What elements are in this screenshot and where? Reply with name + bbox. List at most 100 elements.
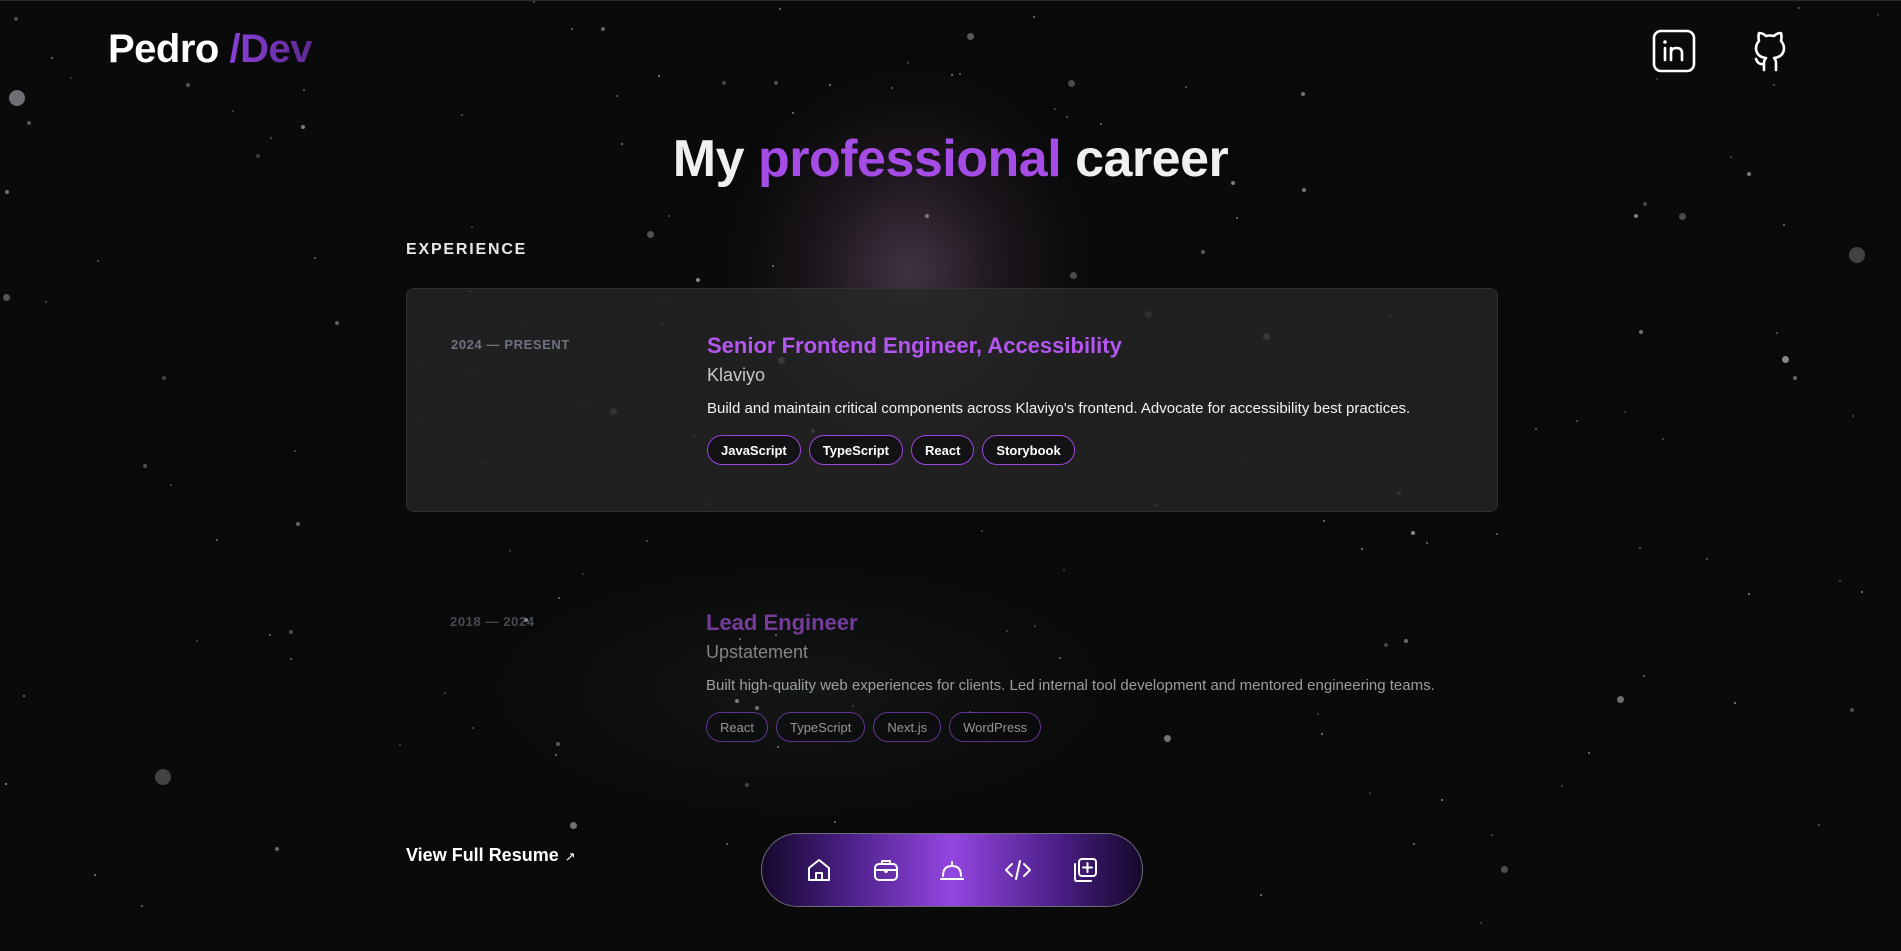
star-dot: [27, 121, 31, 125]
star-dot: [461, 114, 463, 116]
star-dot: [1850, 708, 1854, 712]
skill-tag: Storybook: [982, 435, 1075, 465]
star-dot: [1369, 792, 1371, 794]
star-dot: [275, 847, 279, 851]
add-stack-icon: [1073, 858, 1097, 882]
linkedin-link[interactable]: [1650, 27, 1698, 75]
star-dot: [1748, 593, 1750, 595]
experience-role[interactable]: Senior Frontend Engineer, Accessibility: [707, 333, 1487, 359]
star-dot: [571, 28, 573, 30]
star-dot: [296, 522, 300, 526]
linkedin-icon: [1652, 29, 1696, 73]
star-dot: [696, 278, 700, 282]
skill-tag: React: [910, 435, 975, 465]
star-dot: [1413, 843, 1415, 845]
experience-card[interactable]: 2024 — PRESENT Senior Frontend Engineer,…: [406, 288, 1498, 512]
star-dot: [1679, 213, 1686, 220]
home-icon: [808, 859, 831, 881]
star-dot: [162, 376, 166, 380]
star-dot: [1054, 108, 1056, 110]
star-dot: [1656, 78, 1658, 80]
skill-tag: WordPress: [949, 712, 1042, 742]
star-dot: [9, 90, 25, 106]
star-dot: [1535, 428, 1537, 430]
skill-tag: JavaScript: [707, 435, 801, 465]
experience-card[interactable]: 2018 — 2024 Lead Engineer Upstatement Bu…: [406, 566, 1498, 790]
star-dot: [1861, 591, 1863, 593]
star-dot: [647, 231, 654, 238]
star-dot: [1798, 7, 1800, 9]
star-dot: [196, 640, 198, 642]
star-dot: [1070, 272, 1077, 279]
page-title: My professional career: [0, 129, 1901, 189]
experience-role[interactable]: Lead Engineer: [706, 610, 1486, 636]
star-dot: [1624, 411, 1626, 413]
star-dot: [314, 257, 316, 259]
star-dot: [981, 530, 983, 532]
star-dot: [668, 215, 670, 217]
star-dot: [792, 112, 794, 114]
dock-career-button[interactable]: [932, 850, 972, 890]
star-dot: [907, 62, 909, 64]
star-dot: [1773, 84, 1775, 86]
star-dot: [570, 822, 577, 829]
service-bell-icon: [939, 861, 964, 880]
star-dot: [1201, 250, 1205, 254]
star-dot: [1185, 86, 1187, 88]
star-dot: [959, 73, 961, 75]
star-dot: [1849, 247, 1865, 263]
star-dot: [829, 84, 831, 86]
site-logo[interactable]: Pedro /Dev: [108, 27, 312, 72]
star-dot: [294, 450, 296, 452]
star-dot: [1441, 799, 1443, 801]
star-dot: [616, 95, 618, 97]
star-dot: [289, 630, 293, 634]
star-dot: [232, 110, 234, 112]
star-dot: [45, 301, 47, 303]
skill-tag: React: [706, 712, 768, 742]
dock-code-button[interactable]: [998, 850, 1038, 890]
star-dot: [533, 1, 535, 3]
star-dot: [601, 27, 605, 31]
dock-work-button[interactable]: [866, 850, 906, 890]
briefcase-icon: [873, 860, 898, 881]
experience-body: Lead Engineer Upstatement Built high-qua…: [706, 610, 1486, 742]
star-dot: [774, 81, 778, 85]
star-dot: [1617, 696, 1624, 703]
star-dot: [23, 695, 25, 697]
star-dot: [94, 874, 96, 876]
star-dot: [97, 260, 99, 262]
star-dot: [1480, 922, 1482, 924]
star-dot: [509, 550, 511, 552]
star-dot: [658, 75, 660, 77]
star-dot: [1301, 92, 1305, 96]
star-dot: [1411, 531, 1415, 535]
star-dot: [170, 484, 172, 486]
star-dot: [722, 81, 726, 85]
logo-accent: /Dev: [229, 27, 312, 71]
bottom-dock-nav: [761, 833, 1143, 907]
star-dot: [1068, 80, 1075, 87]
skill-tag: TypeScript: [775, 712, 866, 742]
star-dot: [1706, 558, 1708, 560]
title-highlight: professional: [757, 130, 1062, 188]
star-dot: [1818, 824, 1820, 826]
star-dot: [1496, 533, 1498, 535]
star-dot: [1033, 16, 1035, 18]
experience-body: Senior Frontend Engineer, Accessibility …: [707, 333, 1487, 465]
dock-home-button[interactable]: [799, 850, 839, 890]
star-dot: [1361, 548, 1363, 550]
star-dot: [1260, 894, 1262, 896]
star-dot: [155, 769, 171, 785]
star-dot: [1561, 785, 1563, 787]
view-resume-link[interactable]: View Full Resume ↗: [406, 845, 576, 866]
experience-heading: EXPERIENCE: [406, 241, 528, 258]
star-dot: [1793, 376, 1797, 380]
star-dot: [1588, 752, 1590, 754]
star-dot: [1839, 580, 1841, 582]
github-link[interactable]: [1746, 27, 1794, 75]
star-dot: [1100, 123, 1102, 125]
star-dot: [1634, 214, 1638, 218]
dock-add-button[interactable]: [1065, 850, 1105, 890]
star-dot: [834, 821, 836, 823]
